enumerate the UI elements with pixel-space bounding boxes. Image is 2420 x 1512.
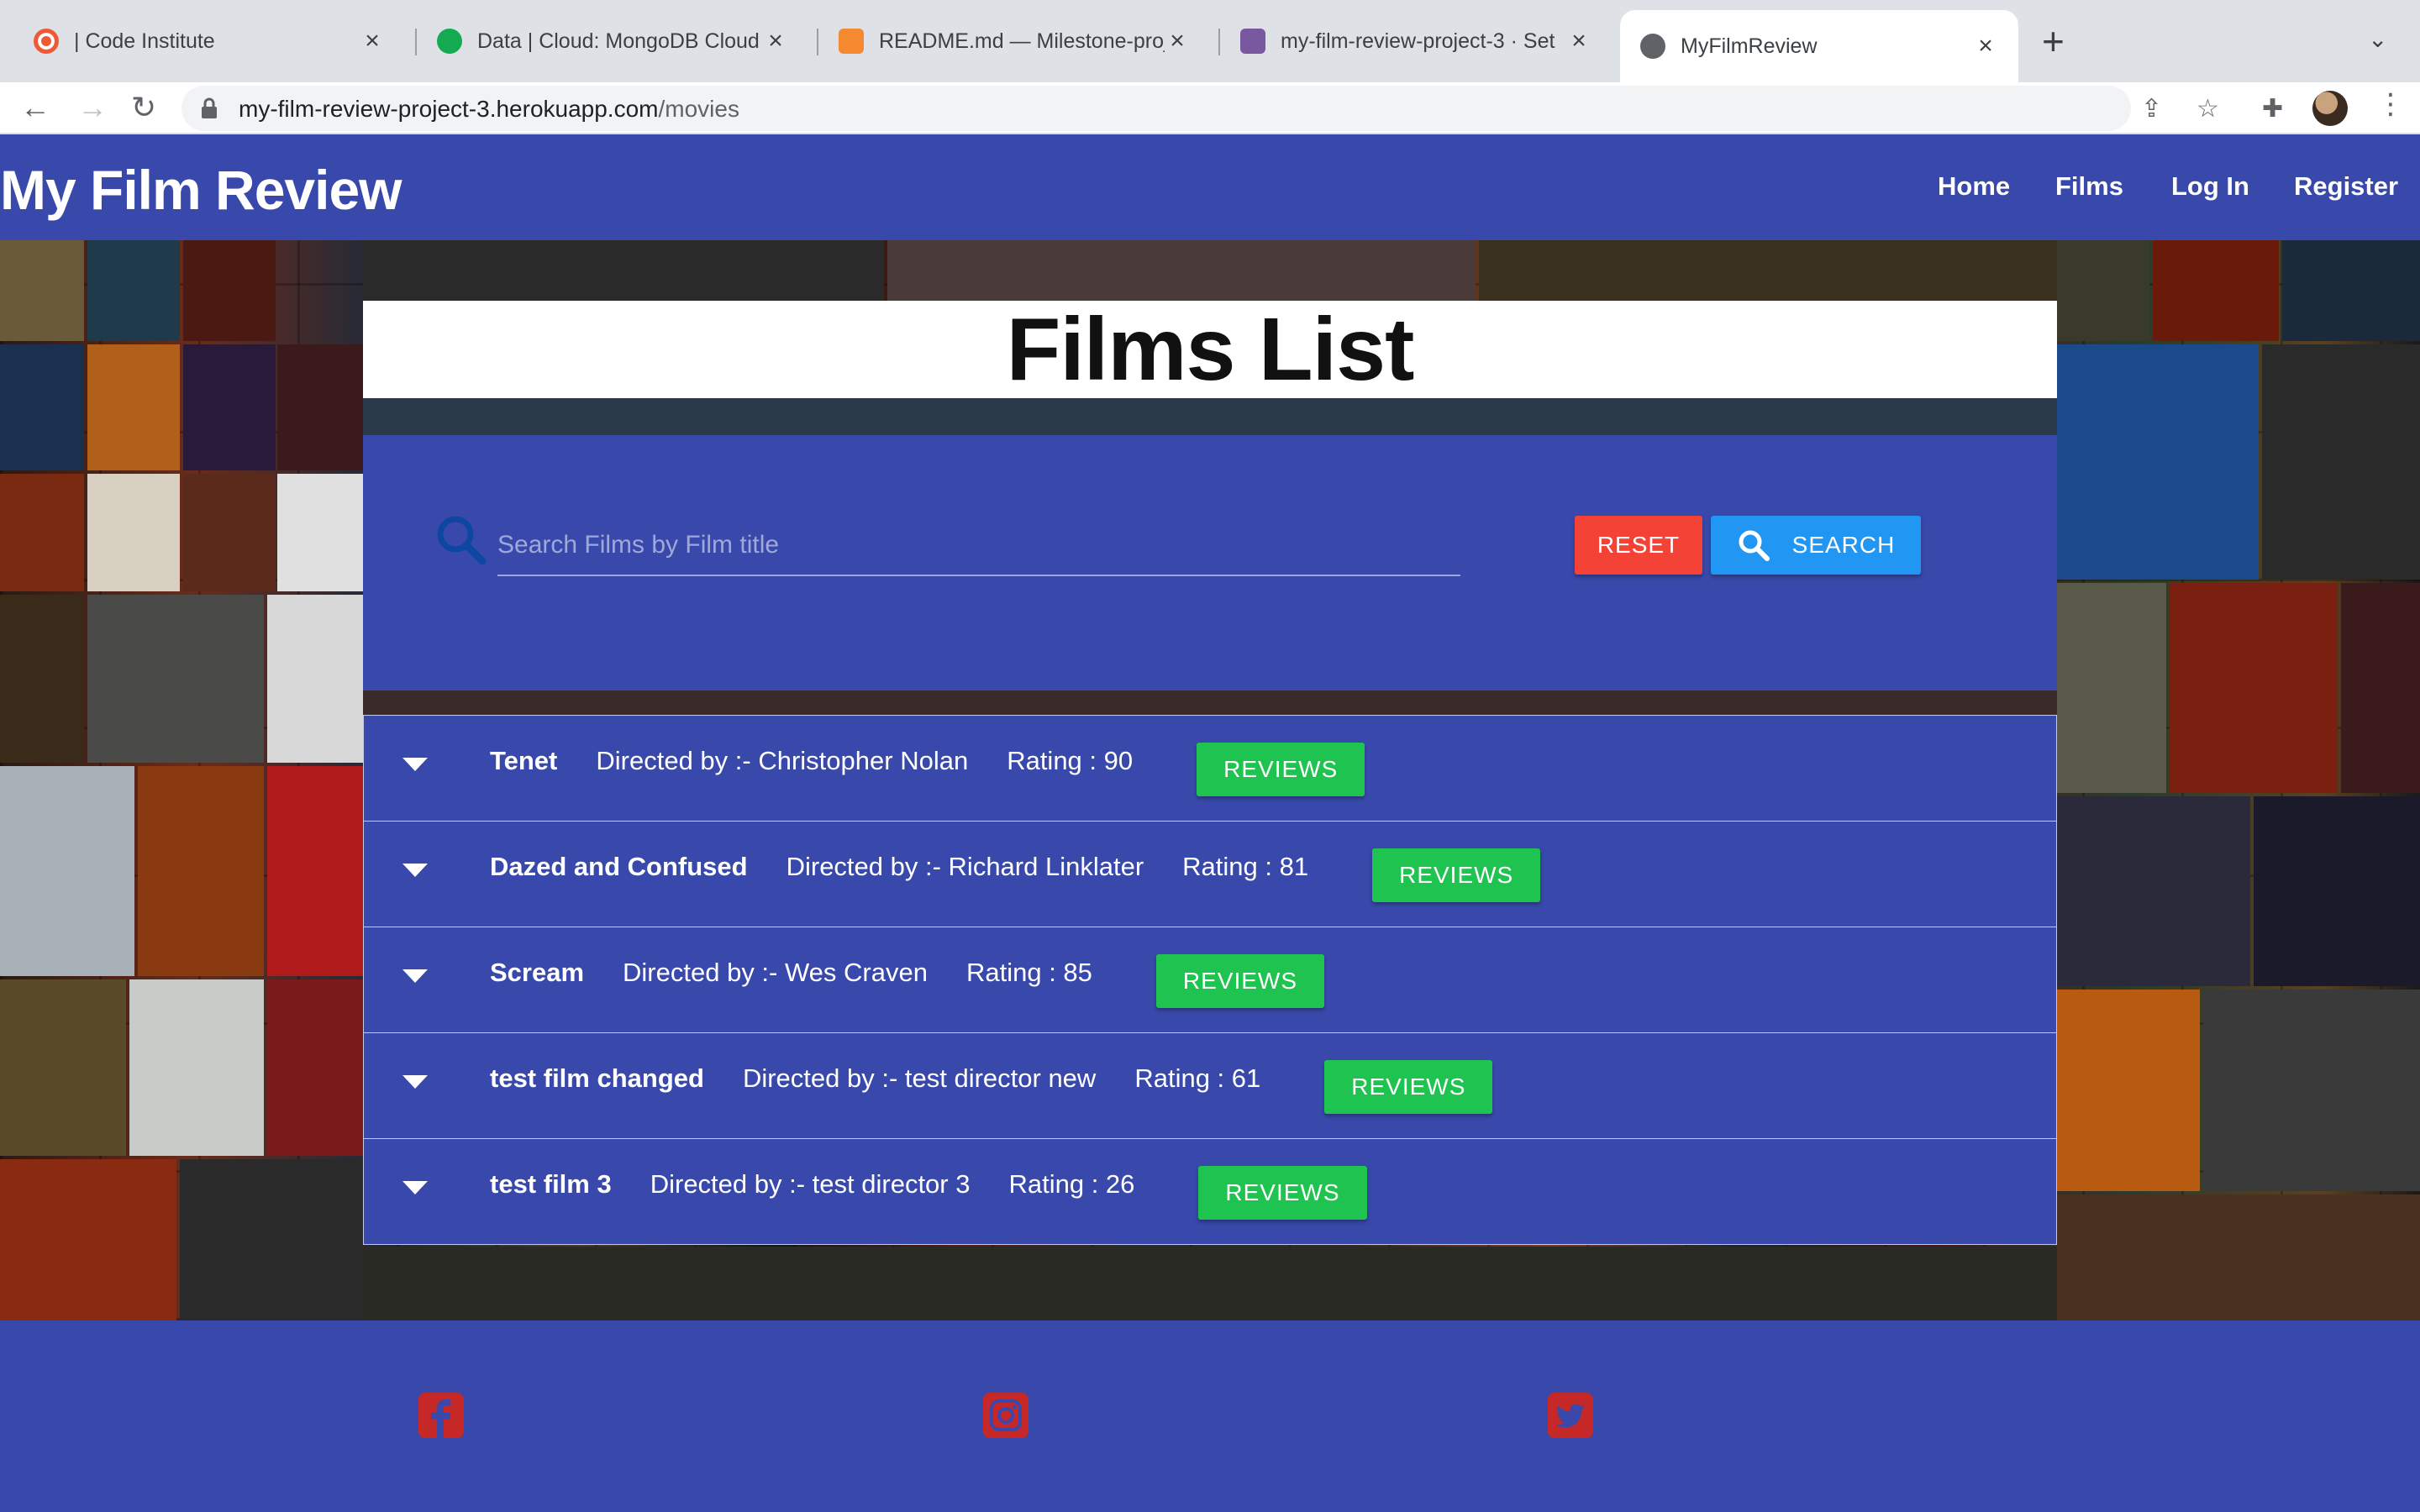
film-rating: Rating : 85 [965, 958, 1092, 987]
nav-login-link[interactable]: Log In [2171, 171, 2249, 202]
search-button-icon [1739, 530, 1770, 561]
film-info: test film 3 Directed by :- test director… [490, 1166, 1367, 1220]
extensions-puzzle-icon[interactable]: ✚ [2262, 94, 2283, 123]
film-info: Dazed and Confused Directed by :- Richar… [490, 848, 1541, 902]
search-film-input[interactable] [497, 516, 1460, 576]
film-row[interactable]: test film 3 Directed by :- test director… [363, 1138, 2057, 1245]
browser-menu-icon[interactable]: ⋮ [2376, 87, 2405, 121]
search-icon [437, 516, 487, 565]
site-brand-logo[interactable]: My Film Review [0, 158, 402, 222]
reviews-button[interactable]: REVIEWS [1197, 743, 1365, 796]
close-tab-icon[interactable]: × [1566, 27, 1591, 55]
expand-caret-icon[interactable] [402, 1075, 428, 1089]
film-row[interactable]: Dazed and Confused Directed by :- Richar… [363, 821, 2057, 927]
browser-tab-heroku-settings[interactable]: my-film-review-project-3 · Set × [1220, 13, 1612, 69]
film-rating: Rating : 90 [1007, 746, 1134, 775]
reviews-button[interactable]: REVIEWS [1324, 1060, 1493, 1114]
expand-caret-icon[interactable] [402, 758, 428, 771]
url-host: my-film-review-project-3.herokuapp.com [239, 96, 659, 122]
expand-caret-icon[interactable] [402, 1181, 428, 1194]
profile-avatar[interactable] [2312, 91, 2348, 126]
instagram-icon[interactable] [983, 1393, 1028, 1438]
share-icon[interactable]: ⇪ [2141, 94, 2162, 123]
heroku-favicon-icon [1240, 29, 1265, 54]
forward-arrow-icon[interactable]: → [77, 91, 108, 124]
site-footer [0, 1320, 2420, 1512]
film-row[interactable]: Tenet Directed by :- Christopher Nolan R… [363, 715, 2057, 822]
film-title: Dazed and Confused [490, 852, 748, 881]
film-info: test film changed Directed by :- test di… [490, 1060, 1493, 1114]
close-tab-icon[interactable]: × [763, 27, 788, 55]
film-director: Directed by :- Wes Craven [623, 958, 928, 987]
browser-tab-mongodb[interactable]: Data | Cloud: MongoDB Cloud × [417, 13, 808, 69]
gitpod-favicon-icon [839, 29, 864, 54]
film-rating: Rating : 26 [1008, 1169, 1135, 1199]
search-panel: RESET SEARCH [363, 435, 2057, 690]
back-arrow-icon[interactable]: ← [20, 91, 50, 124]
browser-tab-myfilmreview[interactable]: MyFilmReview × [1620, 10, 2018, 82]
expand-caret-icon[interactable] [402, 864, 428, 877]
code-institute-favicon-icon [34, 29, 59, 54]
reload-icon[interactable]: ↻ [131, 91, 156, 124]
film-director: Directed by :- Christopher Nolan [596, 746, 969, 775]
mongodb-favicon-icon [437, 29, 462, 54]
close-tab-icon[interactable]: × [360, 27, 385, 55]
reset-button[interactable]: RESET [1575, 516, 1702, 575]
page-title-box: Films List [363, 301, 2057, 398]
twitter-icon[interactable] [1548, 1393, 1593, 1438]
url-text: my-film-review-project-3.herokuapp.com/m… [239, 96, 739, 123]
film-title: Scream [490, 958, 585, 987]
globe-favicon-icon [1640, 34, 1665, 59]
browser-tab-code-institute[interactable]: | Code Institute × [13, 13, 405, 69]
browser-tab-readme[interactable]: README.md — Milestone-proje × [818, 13, 1210, 69]
film-title: test film 3 [490, 1169, 612, 1199]
facebook-icon[interactable] [418, 1393, 464, 1438]
film-list: Tenet Directed by :- Christopher Nolan R… [363, 715, 2057, 1245]
film-director: Directed by :- test director 3 [650, 1169, 971, 1199]
film-rating: Rating : 81 [1182, 852, 1309, 881]
film-row[interactable]: Scream Directed by :- Wes Craven Rating … [363, 927, 2057, 1033]
film-info: Tenet Directed by :- Christopher Nolan R… [490, 743, 1365, 796]
reset-button-label: RESET [1597, 532, 1681, 558]
lock-icon [202, 97, 217, 118]
site-navbar: My Film Review Home Films Log In Registe… [0, 134, 2420, 240]
page-title: Films List [1006, 300, 1415, 399]
reviews-button[interactable]: REVIEWS [1198, 1166, 1367, 1220]
nav-home-link[interactable]: Home [1938, 171, 2010, 202]
tab-search-chevron-icon[interactable]: ⌄ [2368, 25, 2387, 53]
film-director: Directed by :- Richard Linklater [786, 852, 1144, 881]
browser-tab-bar: | Code Institute × Data | Cloud: MongoDB… [0, 0, 2420, 82]
address-bar[interactable]: my-film-review-project-3.herokuapp.com/m… [182, 86, 2219, 131]
nav-register-link[interactable]: Register [2294, 171, 2398, 202]
new-tab-icon[interactable]: + [2042, 22, 2065, 60]
film-row[interactable]: test film changed Directed by :- test di… [363, 1032, 2057, 1139]
film-title: test film changed [490, 1063, 704, 1093]
url-path: /movies [658, 96, 739, 122]
bookmark-star-icon[interactable]: ☆ [2196, 94, 2219, 123]
close-tab-icon[interactable]: × [1973, 32, 1998, 60]
search-button-label: SEARCH [1791, 532, 1896, 558]
close-tab-icon[interactable]: × [1165, 27, 1190, 55]
reviews-button[interactable]: REVIEWS [1372, 848, 1541, 902]
search-button[interactable]: SEARCH [1711, 516, 1921, 575]
reviews-button[interactable]: REVIEWS [1155, 954, 1325, 1008]
film-director: Directed by :- test director new [742, 1063, 1097, 1093]
film-title: Tenet [490, 746, 558, 775]
nav-films-link[interactable]: Films [2055, 171, 2123, 202]
film-rating: Rating : 61 [1134, 1063, 1261, 1093]
film-info: Scream Directed by :- Wes Craven Rating … [490, 954, 1325, 1008]
expand-caret-icon[interactable] [402, 969, 428, 983]
browser-toolbar: ← → ↻ my-film-review-project-3.herokuapp… [0, 82, 2420, 134]
